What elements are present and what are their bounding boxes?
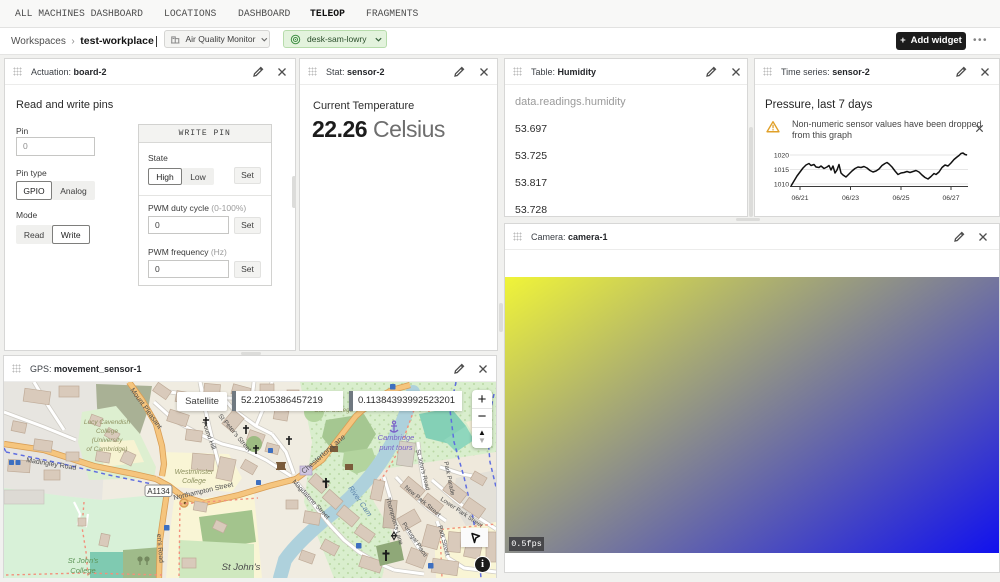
svg-text:1015: 1015 bbox=[774, 167, 789, 174]
svg-text:06/21: 06/21 bbox=[791, 195, 808, 202]
svg-text:College: College bbox=[182, 478, 206, 485]
svg-text:(University: (University bbox=[92, 437, 123, 444]
svg-text:College: College bbox=[96, 428, 118, 435]
svg-text:06/27: 06/27 bbox=[942, 195, 959, 202]
svg-text:of Cambridge): of Cambridge) bbox=[86, 446, 127, 453]
svg-text:Cambridge: Cambridge bbox=[378, 433, 415, 442]
svg-text:06/23: 06/23 bbox=[842, 195, 859, 202]
svg-text:College: College bbox=[70, 566, 95, 575]
svg-text:St John's: St John's bbox=[68, 556, 99, 565]
svg-text:St John's: St John's bbox=[222, 562, 261, 573]
svg-text:1020: 1020 bbox=[774, 153, 789, 160]
svg-text:06/25: 06/25 bbox=[892, 195, 909, 202]
svg-text:punt tours: punt tours bbox=[378, 443, 413, 452]
svg-text:Lucy Cavendish: Lucy Cavendish bbox=[84, 419, 131, 426]
svg-text:1010: 1010 bbox=[774, 182, 789, 189]
svg-text:A1134: A1134 bbox=[147, 487, 170, 496]
svg-text:Westminster: Westminster bbox=[175, 469, 214, 476]
